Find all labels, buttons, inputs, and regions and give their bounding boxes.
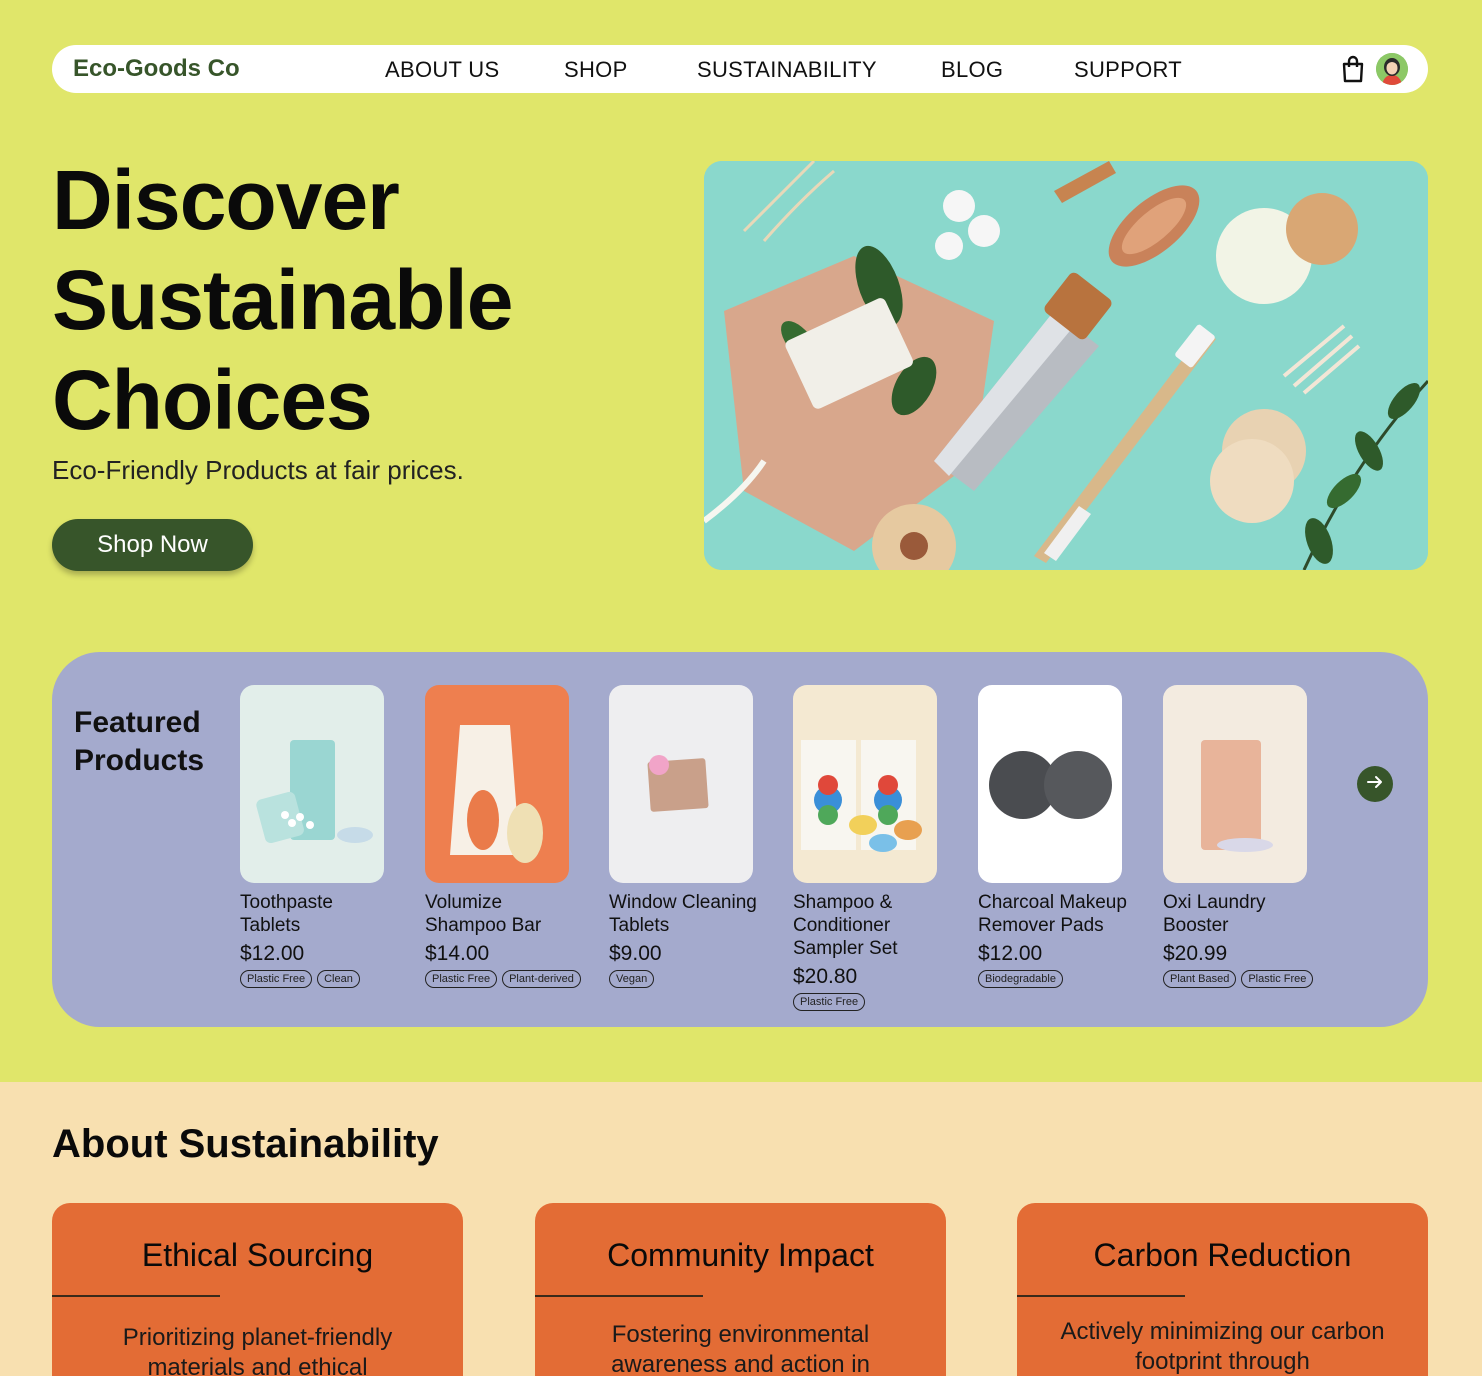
product-tag: Vegan — [609, 970, 655, 988]
card-divider — [535, 1295, 703, 1297]
hero-title-line: Sustainable — [52, 253, 513, 347]
card-title: Community Impact — [607, 1237, 874, 1273]
product-image[interactable] — [1163, 685, 1307, 883]
info-card-carbon-reduction: Carbon Reduction Actively minimizing our… — [1017, 1203, 1428, 1376]
product-tags: Plant Based Plastic Free — [1163, 970, 1314, 988]
product-tag: Clean — [317, 970, 360, 988]
card-text: Actively minimizing our carbon footprint… — [1060, 1317, 1385, 1375]
brand-logo[interactable]: Eco-Goods Co — [73, 55, 240, 83]
product-card[interactable]: Shampoo & Conditioner Sampler Set $20.80… — [793, 685, 943, 1011]
card-divider — [1017, 1295, 1185, 1297]
card-divider — [52, 1295, 220, 1297]
product-image[interactable] — [240, 685, 384, 883]
hero-product-image — [704, 161, 1428, 570]
nav-blog[interactable]: BLOG — [941, 57, 1003, 83]
card-title: Carbon Reduction — [1093, 1237, 1352, 1273]
product-name[interactable]: Shampoo & Conditioner Sampler Set — [793, 891, 943, 960]
product-name[interactable]: Volumize Shampoo Bar — [425, 891, 575, 937]
carousel-next-button[interactable] — [1357, 766, 1393, 802]
nav-shop[interactable]: SHOP — [564, 57, 628, 83]
arrow-right-icon — [1365, 772, 1385, 797]
featured-products-panel: Featured Products Toothpaste Tablets $12… — [52, 652, 1428, 1027]
product-tags: Plastic Free — [793, 993, 943, 1011]
shop-now-button[interactable]: Shop Now — [52, 519, 253, 571]
product-price: $12.00 — [978, 942, 1043, 965]
product-image[interactable] — [793, 685, 937, 883]
nav-about-us[interactable]: ABOUT US — [385, 57, 499, 83]
product-card[interactable]: Toothpaste Tablets $12.00 Plastic Free C… — [240, 685, 390, 988]
product-card[interactable]: Window Cleaning Tablets $9.00 Vegan — [609, 685, 759, 988]
card-text: Prioritizing planet-friendly materials a… — [122, 1323, 393, 1376]
product-tag: Plant-derived — [502, 970, 581, 988]
card-text: Fostering environmental awareness and ac… — [611, 1320, 870, 1376]
product-price: $20.99 — [1163, 942, 1228, 965]
about-title: About Sustainability — [52, 1122, 439, 1166]
product-name[interactable]: Toothpaste Tablets — [240, 891, 390, 937]
card-title: Ethical Sourcing — [141, 1237, 374, 1273]
nav-sustainability[interactable]: SUSTAINABILITY — [697, 57, 877, 83]
featured-products-title: Featured Products — [74, 704, 204, 780]
product-tag: Plastic Free — [1241, 970, 1314, 988]
about-sustainability-section: About Sustainability Ethical Sourcing Pr… — [0, 1082, 1482, 1376]
hero-title-line: Discover — [52, 153, 400, 247]
product-image[interactable] — [978, 685, 1122, 883]
avatar[interactable] — [1376, 53, 1408, 85]
hero-title: Discover Sustainable Choices — [52, 150, 652, 450]
product-price: $14.00 — [425, 942, 490, 965]
product-image[interactable] — [609, 685, 753, 883]
featured-title-line: Featured — [74, 706, 201, 739]
nav-icons — [1340, 53, 1408, 85]
product-name[interactable]: Window Cleaning Tablets — [609, 891, 759, 937]
product-tags: Plastic Free Plant-derived — [425, 970, 581, 988]
product-card[interactable]: Oxi Laundry Booster $20.99 Plant Based P… — [1163, 685, 1314, 988]
product-tag: Plastic Free — [793, 993, 866, 1011]
product-name[interactable]: Charcoal Makeup Remover Pads — [978, 891, 1128, 937]
product-card[interactable]: Volumize Shampoo Bar $14.00 Plastic Free… — [425, 685, 581, 988]
product-card[interactable]: Charcoal Makeup Remover Pads $12.00 Biod… — [978, 685, 1128, 988]
product-tags: Plastic Free Clean — [240, 970, 390, 988]
product-price: $9.00 — [609, 942, 662, 965]
shopping-bag-icon[interactable] — [1340, 54, 1366, 84]
product-name[interactable]: Oxi Laundry Booster — [1163, 891, 1313, 937]
product-tags: Biodegradable — [978, 970, 1128, 988]
product-tag: Plant Based — [1163, 970, 1237, 988]
product-tag: Biodegradable — [978, 970, 1063, 988]
product-image[interactable] — [425, 685, 569, 883]
info-card-community-impact: Community Impact Fostering environmental… — [535, 1203, 946, 1376]
product-tag: Plastic Free — [240, 970, 313, 988]
product-tag: Plastic Free — [425, 970, 498, 988]
info-card-ethical-sourcing: Ethical Sourcing Prioritizing planet-fri… — [52, 1203, 463, 1376]
nav-support[interactable]: SUPPORT — [1074, 57, 1182, 83]
featured-title-line: Products — [74, 744, 205, 777]
product-tags: Vegan — [609, 970, 759, 988]
hero-title-line: Choices — [52, 353, 373, 447]
hero-subtitle: Eco-Friendly Products at fair prices. — [52, 455, 464, 485]
product-price: $20.80 — [793, 965, 858, 988]
product-price: $12.00 — [240, 942, 305, 965]
top-navbar: Eco-Goods Co ABOUT US SHOP SUSTAINABILIT… — [52, 45, 1428, 93]
